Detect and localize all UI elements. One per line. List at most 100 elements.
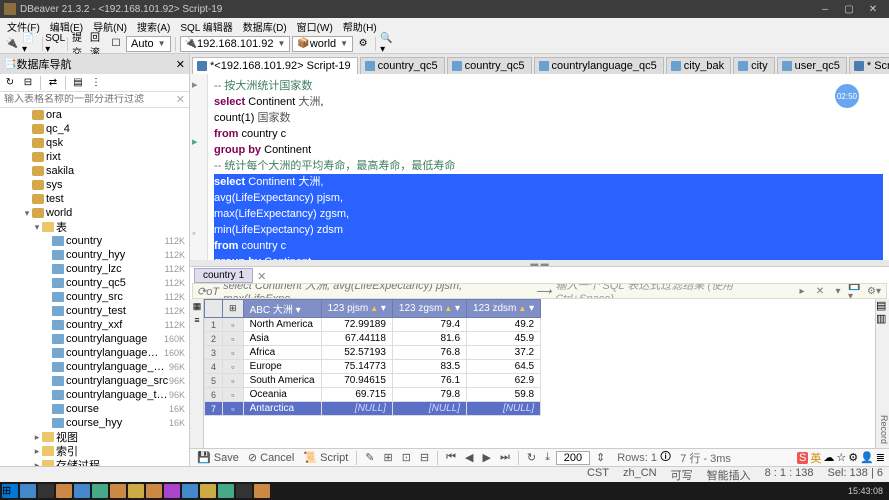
close-button[interactable]: ✕ xyxy=(861,4,885,15)
editor-tab[interactable]: countrylanguage_qc5 xyxy=(534,57,664,74)
database-combo[interactable]: 📦 world▼ xyxy=(292,36,353,52)
menu-item[interactable]: SQL 编辑器 xyxy=(175,19,237,34)
task-9[interactable] xyxy=(182,484,198,498)
table-row[interactable]: 2▫Asia67.4411881.645.9 xyxy=(205,332,541,346)
schema-button[interactable]: ⚙ xyxy=(355,36,371,52)
column-header[interactable]: 123 pjsm▲ ▾ xyxy=(321,300,392,318)
footer-info-icon[interactable]: 🛈 xyxy=(660,448,671,466)
editor-tab[interactable]: country_qc5 xyxy=(360,57,445,74)
task-11[interactable] xyxy=(218,484,234,498)
table-row[interactable]: 1▫North America72.9918979.449.2 xyxy=(205,318,541,332)
task-10[interactable] xyxy=(200,484,216,498)
footer-next-icon[interactable]: ▶ xyxy=(480,451,494,464)
tree-node[interactable]: country112K xyxy=(0,234,189,248)
footer-export-icon[interactable]: ⤓ xyxy=(542,451,553,464)
tree-node[interactable]: test xyxy=(0,192,189,206)
tree-node[interactable]: qsk xyxy=(0,136,189,150)
menu-item[interactable]: 窗口(W) xyxy=(292,19,338,34)
code-line[interactable]: select Continent 大洲, xyxy=(214,174,883,190)
menu-item[interactable]: 文件(F) xyxy=(2,19,45,34)
tree-node[interactable]: course16K xyxy=(0,402,189,416)
table-row[interactable]: 4▫Europe75.1477383.564.5 xyxy=(205,360,541,374)
minimize-button[interactable]: – xyxy=(813,4,837,15)
footer-del-icon[interactable]: ⊟ xyxy=(417,451,432,464)
footer-prev-icon[interactable]: ◀ xyxy=(462,451,476,464)
column-header[interactable]: 123 zgsm▲ ▾ xyxy=(392,300,466,318)
footer-add-icon[interactable]: ⊞ xyxy=(380,451,395,464)
tree-node[interactable]: ▾表 xyxy=(0,220,189,234)
tree-node[interactable]: ora xyxy=(0,108,189,122)
rq-clear-icon[interactable]: ✕ xyxy=(812,283,828,299)
txn-toggle[interactable]: ☐ xyxy=(108,36,124,52)
footer-last-icon[interactable]: ⏭ xyxy=(497,451,513,464)
tree-node[interactable]: country_hyy112K xyxy=(0,248,189,262)
connection-combo[interactable]: 🔌 192.168.101.92▼ xyxy=(180,36,291,52)
code-line[interactable]: from country c xyxy=(214,238,883,254)
rq-settings-icon[interactable]: ⚙▾ xyxy=(866,283,882,299)
tree-node[interactable]: ▸索引 xyxy=(0,444,189,458)
task-6[interactable] xyxy=(128,484,144,498)
tree-node[interactable]: ▾world xyxy=(0,206,189,220)
footer-refresh-icon[interactable]: ↻ xyxy=(524,451,539,464)
task-4[interactable] xyxy=(92,484,108,498)
tree-node[interactable]: country_lzc112K xyxy=(0,262,189,276)
tree-node[interactable]: qc_4 xyxy=(0,122,189,136)
commit-button[interactable]: 提交 xyxy=(72,36,88,52)
menu-item[interactable]: 帮助(H) xyxy=(338,19,382,34)
table-row[interactable]: 6▫Oceania69.71579.859.8 xyxy=(205,388,541,402)
code-line[interactable]: avg(LifeExpectancy) pjsm, xyxy=(214,190,883,206)
task-search[interactable] xyxy=(20,484,36,498)
code-line[interactable]: max(LifeExpectancy) zgsm, xyxy=(214,206,883,222)
taskbar-clock[interactable]: 15:43:08 xyxy=(848,486,887,496)
results-tab-close-icon[interactable]: ✕ xyxy=(257,270,266,283)
nav-collapse-icon[interactable]: ⊟ xyxy=(20,75,36,91)
code-line[interactable]: -- 统计每个大洲的平均寿命，最高寿命，最低寿命 xyxy=(214,158,883,174)
sql-editor-button[interactable]: SQL ▾ xyxy=(47,36,63,52)
code-line[interactable]: -- 按大洲统计国家数 xyxy=(214,78,883,94)
grid-mode-grid-icon[interactable]: ▦ xyxy=(190,299,204,313)
nav-filter-icon[interactable]: ▤ xyxy=(70,75,86,91)
nav-link-icon[interactable]: ⇄ xyxy=(45,75,61,91)
tree-node[interactable]: country_src112K xyxy=(0,290,189,304)
table-row[interactable]: 3▫Africa52.5719376.837.2 xyxy=(205,346,541,360)
editor-tab[interactable]: city_bak xyxy=(666,57,731,74)
task-1[interactable] xyxy=(38,484,54,498)
code-line[interactable]: min(LifeExpectancy) zdsm xyxy=(214,222,883,238)
query-refresh-icon[interactable]: ⟳oT xyxy=(197,285,219,298)
table-row[interactable]: 5▫South America70.9461576.162.9 xyxy=(205,374,541,388)
menu-icon[interactable]: ≣ xyxy=(876,451,885,464)
editor-tab[interactable]: city xyxy=(733,57,775,74)
task-2[interactable] xyxy=(56,484,72,498)
sql-editor[interactable]: ▸ ▸ ◦ -- 按大洲统计国家数select Continent 大洲,cou… xyxy=(190,74,889,260)
nav-menu-icon[interactable]: ⋮ xyxy=(88,75,104,91)
tree-node[interactable]: ▸存储过程 xyxy=(0,458,189,466)
footer-stepper-icon[interactable]: ⇕ xyxy=(593,451,608,464)
new-connection-icon[interactable]: 🔌 xyxy=(4,36,20,52)
tree-node[interactable]: rixt xyxy=(0,150,189,164)
navigator-filter[interactable]: ✕ xyxy=(0,92,189,108)
editor-tab[interactable]: * Script-22 xyxy=(849,57,889,74)
tree-node[interactable]: countrylanguage_test96K xyxy=(0,388,189,402)
footer-script-button[interactable]: 📜 Script xyxy=(300,451,351,464)
tree-node[interactable]: sys xyxy=(0,178,189,192)
footer-dup-icon[interactable]: ⊡ xyxy=(399,451,414,464)
task-7[interactable] xyxy=(146,484,162,498)
tree-node[interactable]: countrylanguage_lzc160K xyxy=(0,346,189,360)
rollback-button[interactable]: 回滚 xyxy=(90,36,106,52)
task-12[interactable] xyxy=(236,484,252,498)
code-line[interactable]: from country c xyxy=(214,126,883,142)
star-icon[interactable]: ☆ xyxy=(836,451,846,464)
task-start[interactable]: ⊞ xyxy=(2,484,18,498)
nav-refresh-icon[interactable]: ↻ xyxy=(2,75,18,91)
code-line[interactable]: select Continent 大洲, xyxy=(214,94,883,110)
code-area[interactable]: -- 按大洲统计国家数select Continent 大洲,count(1) … xyxy=(208,74,889,260)
user-icon[interactable]: 👤 xyxy=(860,451,874,464)
tree-node[interactable]: countrylanguage_qc596K xyxy=(0,360,189,374)
new-icon[interactable]: 📄▾ xyxy=(22,36,38,52)
navigator-tree[interactable]: oraqc_4qskrixtsakilasystest▾world▾表count… xyxy=(0,108,189,466)
code-line[interactable]: group by Continent xyxy=(214,254,883,260)
search-icon[interactable]: 🔍▾ xyxy=(380,36,396,52)
task-13[interactable] xyxy=(254,484,270,498)
navigator-close-icon[interactable]: ✕ xyxy=(176,58,185,71)
tree-node[interactable]: course_hyy16K xyxy=(0,416,189,430)
